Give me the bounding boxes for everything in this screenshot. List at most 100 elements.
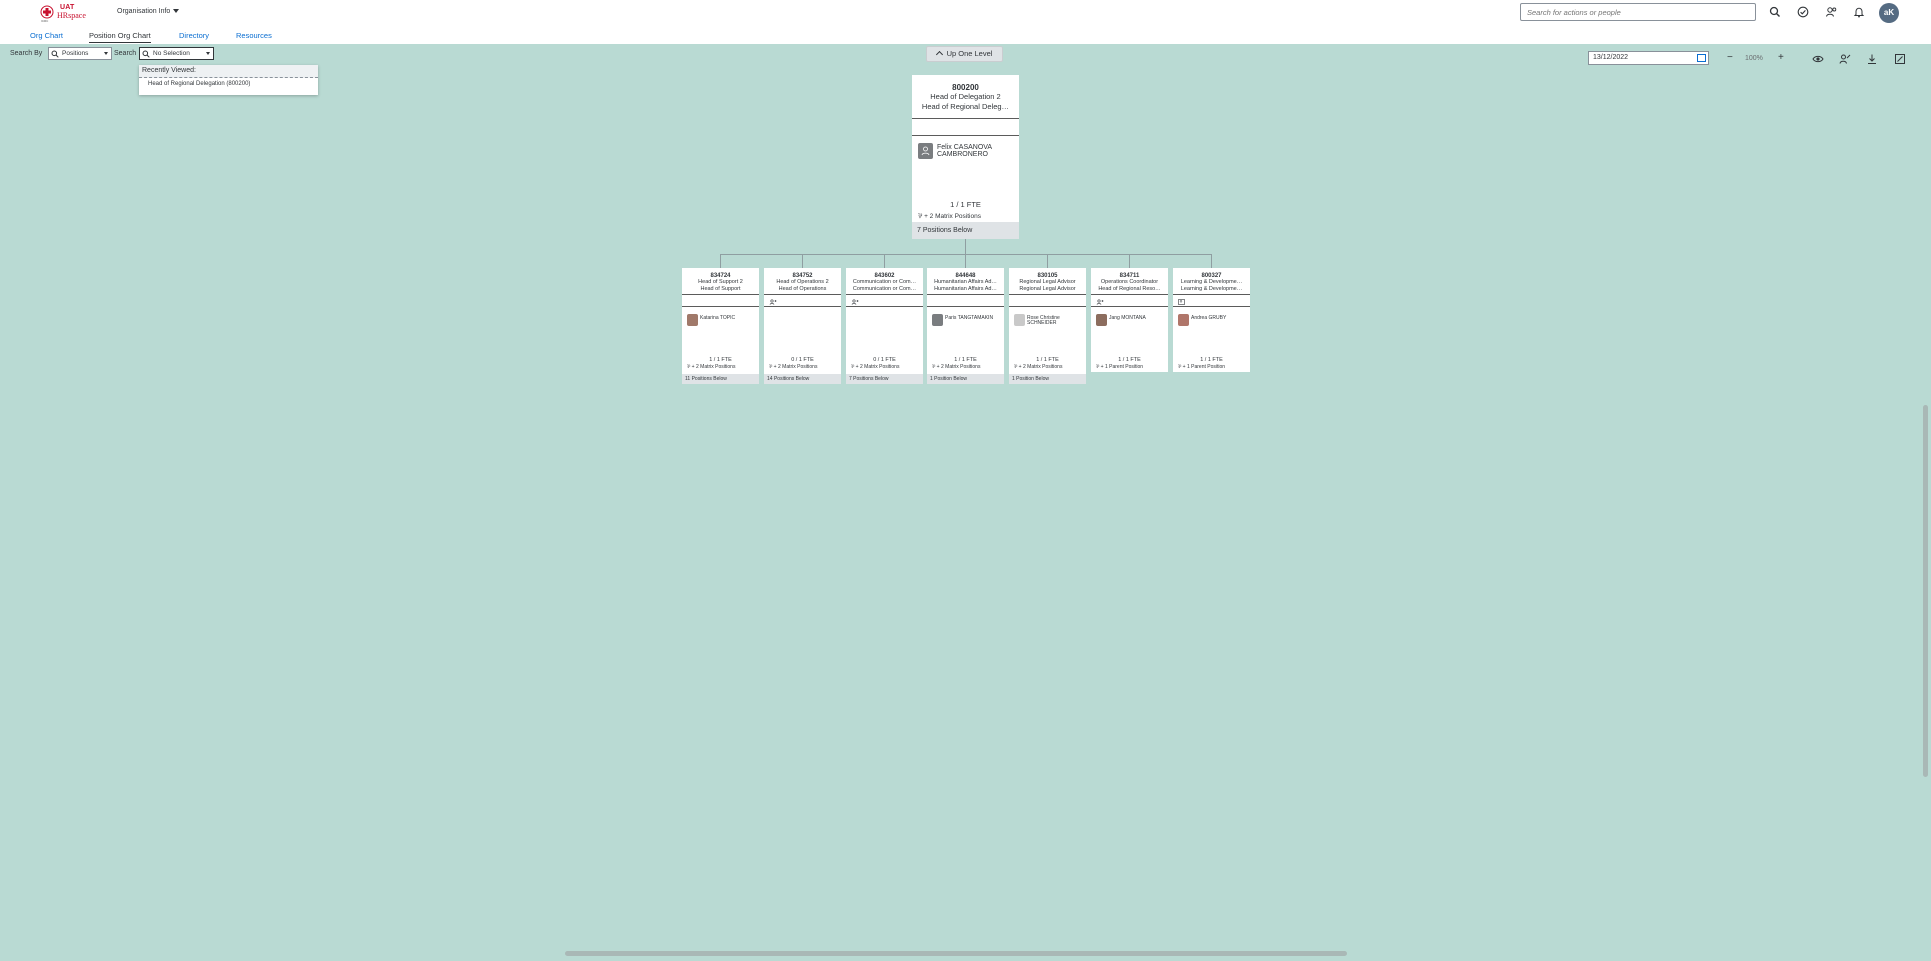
positions-below[interactable]: 11 Positions Below [682, 374, 759, 384]
connector-line [802, 254, 803, 268]
download-icon[interactable] [1866, 53, 1878, 65]
person-card-icon[interactable] [1178, 299, 1186, 305]
recently-viewed-title: Recently Viewed: [139, 65, 318, 78]
fte-count: 1 / 1 FTE [709, 357, 732, 363]
person-photo [687, 314, 698, 326]
incumbent-name[interactable]: Jang MONTANA [1109, 316, 1165, 321]
matrix-positions[interactable]: ⅌ + 2 Matrix Positions [932, 364, 980, 370]
positions-below[interactable]: 7 Positions Below [912, 222, 1019, 239]
matrix-label: + 2 Matrix Positions [936, 364, 981, 370]
position-subtitle: Head of Support [700, 286, 741, 292]
matrix-positions[interactable]: ⅌ + 2 Matrix Positions [851, 364, 899, 370]
tab-resources[interactable]: Resources [236, 31, 272, 40]
position-subtitle: Communication or Com… [852, 286, 917, 292]
search-icon[interactable] [1769, 6, 1781, 18]
tab-position-org-chart[interactable]: Position Org Chart [89, 31, 151, 43]
connector-line [1047, 254, 1048, 268]
horizontal-scrollbar[interactable] [565, 951, 1347, 956]
divider [682, 294, 759, 295]
position-card[interactable]: 834711 Operations Coordinator Head of Re… [1091, 268, 1168, 372]
positions-below[interactable]: 14 Positions Below [764, 374, 841, 384]
fte-count: 1 / 1 FTE [1036, 357, 1059, 363]
position-card[interactable]: 834724 Head of Support 2 Head of Support… [682, 268, 759, 384]
person-placeholder-icon [932, 314, 943, 326]
fte-count: 1 / 1 FTE [950, 200, 981, 209]
position-subtitle: Head of Operations [778, 286, 827, 292]
search-icon [142, 50, 150, 58]
hrspace-logo[interactable]: UAT HRspace ICRC [40, 4, 92, 23]
zoom-out-button[interactable]: − [1727, 53, 1733, 63]
position-code: 800200 [952, 83, 979, 92]
root-position-card[interactable]: 800200 Head of Delegation 2 Head of Regi… [912, 75, 1019, 239]
fullscreen-icon[interactable] [1894, 53, 1906, 65]
incumbent-name[interactable]: Felix CASANOVA CAMBRONERO [937, 144, 1015, 158]
position-card[interactable]: 830105 Regional Legal Advisor Regional L… [1009, 268, 1086, 384]
divider [1091, 294, 1168, 295]
position-subtitle: Learning & Developme… [1180, 286, 1243, 292]
check-circle-icon[interactable] [1797, 6, 1809, 18]
divider [912, 135, 1019, 136]
date-picker-input[interactable]: 13/12/2022 [1588, 51, 1709, 65]
shell-bar: UAT HRspace ICRC Organisation Info aK [0, 0, 1931, 25]
connector-line [720, 254, 721, 268]
tab-directory[interactable]: Directory [179, 31, 209, 40]
people-settings-icon[interactable] [1825, 6, 1837, 18]
divider [1009, 306, 1086, 307]
incumbent-name[interactable]: Katarina TOPIC [700, 316, 756, 321]
eye-icon[interactable] [1812, 53, 1824, 65]
parent-label: + 1 Parent Position [1100, 364, 1144, 370]
connector-line [965, 254, 966, 268]
matrix-positions[interactable]: ⅌ + 2 Matrix Positions [918, 211, 981, 220]
chevron-down-icon [104, 52, 108, 55]
icrc-crest-icon [40, 5, 54, 19]
up-one-level-label: Up One Level [946, 49, 993, 58]
positions-below[interactable]: 1 Position Below [927, 374, 1004, 384]
person-photo [1096, 314, 1107, 326]
calendar-icon[interactable] [1697, 54, 1706, 62]
parent-positions[interactable]: ⅌ + 1 Parent Position [1178, 364, 1225, 370]
person-edit-icon[interactable] [1839, 53, 1851, 65]
connector-line [884, 254, 885, 268]
add-person-icon[interactable] [769, 299, 777, 305]
bell-icon[interactable] [1853, 6, 1865, 18]
position-card[interactable]: 844648 Humanitarian Affairs Ad… Humanita… [927, 268, 1004, 384]
fte-count: 0 / 1 FTE [873, 357, 896, 363]
date-value: 13/12/2022 [1593, 54, 1629, 61]
search-position-input[interactable]: No Selection [139, 47, 214, 60]
recently-viewed-item[interactable]: Head of Regional Delegation (800200) [139, 78, 318, 90]
global-search-input[interactable] [1520, 3, 1756, 21]
position-title: Head of Support 2 [698, 279, 743, 285]
person-placeholder-icon [918, 143, 933, 159]
matrix-positions[interactable]: ⅌ + 2 Matrix Positions [1014, 364, 1062, 370]
positions-below[interactable]: 7 Positions Below [846, 374, 923, 384]
matrix-positions[interactable]: ⅌ + 2 Matrix Positions [769, 364, 817, 370]
logo-hrspace: HRspace [57, 11, 86, 20]
position-card[interactable]: 843602 Communication or Com… Communicati… [846, 268, 923, 384]
add-person-icon[interactable] [851, 299, 859, 305]
incumbent-name[interactable]: Andrea GRUBY [1191, 316, 1247, 321]
position-subtitle: Regional Legal Advisor [1019, 286, 1076, 292]
parent-positions[interactable]: ⅌ + 1 Parent Position [1096, 364, 1143, 370]
positions-below[interactable]: 1 Position Below [1009, 374, 1086, 384]
add-person-icon[interactable] [1096, 299, 1104, 305]
up-one-level-button[interactable]: Up One Level [926, 46, 1003, 62]
app-menu-button[interactable]: Organisation Info [117, 8, 180, 15]
incumbent-name[interactable]: Rose Christine SCHNEIDER [1027, 316, 1083, 326]
zoom-level: 100% [1745, 55, 1763, 62]
search-label: Search [114, 50, 137, 57]
zoom-in-button[interactable]: + [1778, 53, 1784, 63]
search-icon [51, 50, 59, 58]
vertical-scrollbar[interactable] [1923, 405, 1928, 777]
user-avatar[interactable]: aK [1879, 3, 1899, 23]
incumbent-name[interactable]: Paris TANGTAMAKIN [945, 316, 1001, 321]
logo-uat: UAT [60, 4, 75, 11]
divider [1091, 306, 1168, 307]
position-title: Humanitarian Affairs Ad… [934, 279, 997, 285]
matrix-label: + 2 Matrix Positions [855, 364, 900, 370]
search-by-select[interactable]: Positions [48, 47, 112, 60]
position-card[interactable]: 834752 Head of Operations 2 Head of Oper… [764, 268, 841, 384]
position-card[interactable]: 800327 Learning & Developme… Learning & … [1173, 268, 1250, 372]
divider [764, 294, 841, 295]
tab-org-chart[interactable]: Org Chart [30, 31, 63, 40]
matrix-positions[interactable]: ⅌ + 2 Matrix Positions [687, 364, 735, 370]
